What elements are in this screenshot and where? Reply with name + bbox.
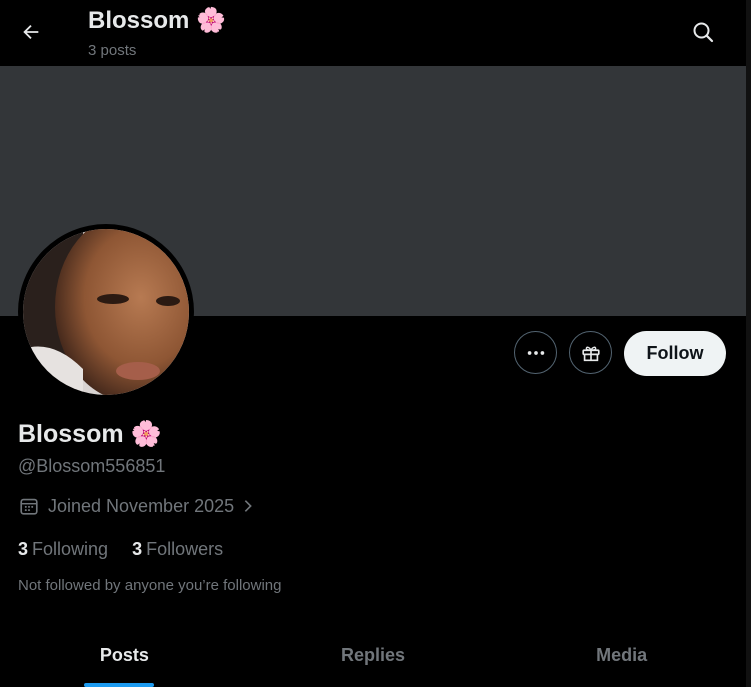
chevron-right-icon — [240, 498, 256, 514]
profile-handle: @Blossom556851 — [18, 456, 166, 476]
profile-page: Blossom 🌸 3 posts Follow Blossom 🌸 @Blos… — [0, 0, 751, 687]
following-link[interactable]: 3 Following — [18, 539, 108, 560]
profile-header: Blossom 🌸 3 posts — [0, 0, 746, 66]
tab-media-label: Media — [596, 645, 648, 665]
joined-date[interactable]: Joined November 2025 — [18, 495, 256, 517]
avatar-photo — [23, 229, 189, 395]
followers-link[interactable]: 3 Followers — [132, 539, 223, 560]
mutual-followers-note: Not followed by anyone you’re following — [18, 577, 282, 594]
follow-button[interactable]: Follow — [624, 331, 726, 376]
avatar[interactable] — [18, 224, 194, 400]
scrollbar-track[interactable] — [746, 0, 751, 687]
tab-replies[interactable]: Replies — [249, 627, 498, 687]
tab-media[interactable]: Media — [497, 627, 746, 687]
search-icon — [693, 22, 714, 43]
gift-icon — [581, 346, 600, 361]
profile-name: Blossom 🌸 — [18, 420, 162, 448]
back-button[interactable] — [12, 13, 50, 51]
following-count: 3 — [18, 539, 29, 559]
following-label: Following — [32, 539, 109, 559]
tab-posts-label: Posts — [99, 645, 149, 665]
follow-stats: 3 Following 3 Followers — [18, 539, 247, 560]
joined-text: Joined November 2025 — [48, 495, 235, 516]
calendar-icon — [18, 495, 40, 517]
tab-posts[interactable]: Posts — [0, 627, 249, 687]
followers-count: 3 — [132, 539, 143, 559]
more-icon — [527, 350, 544, 355]
tab-replies-label: Replies — [340, 645, 406, 665]
more-options-button[interactable] — [514, 331, 557, 374]
post-count: 3 posts — [88, 42, 137, 59]
back-arrow-icon — [23, 24, 39, 40]
followers-label: Followers — [146, 539, 224, 559]
search-button[interactable] — [684, 13, 722, 51]
profile-tabs: Posts Replies Media — [0, 627, 746, 687]
active-tab-indicator — [84, 683, 154, 687]
gift-button[interactable] — [569, 331, 612, 374]
header-title: Blossom 🌸 — [88, 7, 226, 34]
